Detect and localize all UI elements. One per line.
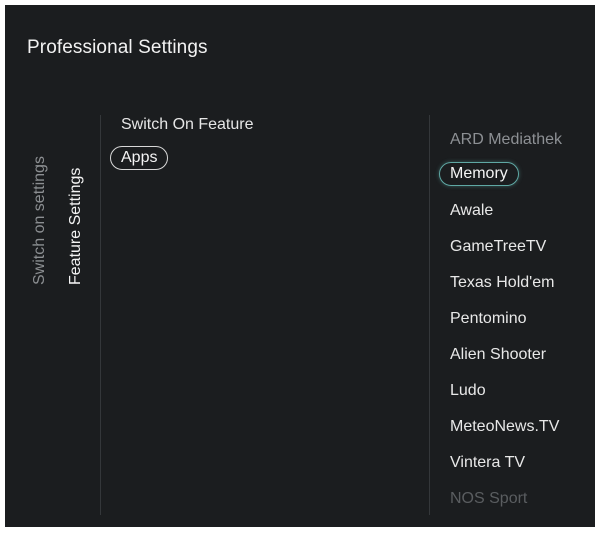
app-item-nos-sport[interactable]: NOS Sport [450,488,527,510]
column-divider [100,115,101,515]
app-item-memory[interactable]: Memory [439,162,519,186]
page-title: Professional Settings [27,37,208,58]
app-item-alien-shooter[interactable]: Alien Shooter [450,344,546,366]
tab-feature-settings[interactable]: Feature Settings [65,115,87,285]
app-item-meteonews-tv[interactable]: MeteoNews.TV [450,416,559,438]
tab-label: Feature Settings [67,167,84,285]
app-item-texas-holdem[interactable]: Texas Hold'em [450,272,554,294]
app-item-ludo[interactable]: Ludo [450,380,486,402]
tab-label: Switch on settings [31,156,48,285]
tab-switch-on-settings[interactable]: Switch on settings [29,115,51,285]
tv-settings-screen: Professional Settings Switch on settings… [5,5,595,527]
app-item-ard-mediathek[interactable]: ARD Mediathek [450,129,562,151]
app-item-gametreetv[interactable]: GameTreeTV [450,236,546,258]
app-item-awale[interactable]: Awale [450,200,493,222]
vertical-tab-bar: Switch on settings Feature Settings [25,115,99,285]
column-divider [429,115,430,515]
app-list: ARD Mediathek Memory Awale GameTreeTV Te… [439,5,595,527]
app-item-vintera-tv[interactable]: Vintera TV [450,452,525,474]
switch-on-feature-heading: Switch On Feature [121,116,254,133]
apps-option-button[interactable]: Apps [110,146,169,170]
app-item-pentomino[interactable]: Pentomino [450,308,527,330]
